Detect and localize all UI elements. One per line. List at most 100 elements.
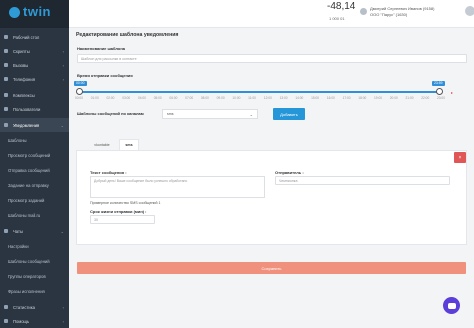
sidebar-item-operator-groups[interactable]: Группы операторов — [0, 269, 69, 283]
tab-sms[interactable]: sms — [119, 139, 139, 150]
add-button[interactable]: Добавить — [273, 108, 305, 120]
chevron-right-icon: › — [62, 48, 64, 54]
ttl-input[interactable]: 30 — [90, 215, 155, 224]
sidebar-item-label: Фразы исполнения — [8, 288, 45, 294]
sidebar-item-view-messages[interactable]: Просмотр сообщений — [0, 148, 69, 162]
balance-sub: 1 000 01 — [329, 16, 345, 21]
arrow-right-icon: ▸ — [451, 90, 454, 95]
sidebar-item-settings[interactable]: Настройки — [0, 239, 69, 253]
channel-label: Шаблоны сообщений по каналам — [77, 111, 144, 116]
time-tick-label: 23:00 — [437, 96, 445, 100]
chevron-down-icon: ⌄ — [60, 122, 64, 128]
time-tick-label: 03:00 — [122, 96, 131, 100]
time-tick-label: 02:00 — [106, 96, 115, 100]
sidebar-item-templates[interactable]: Шаблоны — [0, 133, 69, 147]
sidebar-item-view-tasks[interactable]: Просмотр заданий — [0, 193, 69, 207]
sidebar-item-label: Помощь — [13, 318, 30, 324]
sidebar-item-send-task[interactable]: Задание на отправку — [0, 178, 69, 192]
ttl-label: Срок жизни отправки (мин) : — [90, 209, 147, 214]
time-tick-label: 06:00 — [169, 96, 178, 100]
sidebar-item-label: Настройки — [8, 243, 29, 249]
time-tick-label: 14:00 — [295, 96, 304, 100]
sidebar-item-label: Просмотр сообщений — [8, 152, 51, 158]
sidebar-item-label: Комплексы — [13, 92, 35, 98]
sidebar-item-label: Шаблоны mail.ru — [8, 212, 41, 218]
time-tick-label: 09:00 — [216, 96, 225, 100]
time-tick-label: 12:00 — [263, 96, 272, 100]
time-tick-label: 15:00 — [311, 96, 320, 100]
channel-select[interactable]: sms ⌄ — [162, 109, 258, 119]
remove-button[interactable]: × — [454, 152, 466, 163]
sidebar-item-mailru-templates[interactable]: Шаблоны mail.ru — [0, 208, 69, 222]
time-slider-start-handle[interactable] — [76, 88, 83, 95]
user-name: Дмитрий Сергеевич Иванов (9158) — [370, 6, 435, 11]
complexes-icon — [4, 93, 8, 97]
sidebar-item-label: Рабочий стол — [13, 34, 40, 40]
time-slider-end-handle[interactable] — [436, 88, 443, 95]
message-text-label: Текст сообщения : — [90, 170, 127, 175]
time-start-bubble: 00:00 — [74, 81, 87, 86]
time-tick-label: 22:00 — [421, 96, 430, 100]
avatar[interactable] — [465, 6, 474, 16]
time-tick-label: 05:00 — [153, 96, 162, 100]
logo-icon — [9, 7, 20, 18]
time-tick-label: 01:00 — [90, 96, 99, 100]
template-name-input[interactable]: Шаблон для рассылки в контакте — [77, 54, 467, 63]
logo-bar: twin — [0, 0, 69, 28]
sender-label: Отправитель : — [275, 170, 304, 175]
users-icon — [4, 107, 8, 111]
chevron-right-icon: › — [62, 318, 64, 324]
user-org: ООО "Парус" (1630) — [370, 12, 408, 17]
sidebar-item-dashboard[interactable]: Рабочий стол — [0, 30, 69, 44]
time-tick-label: 00:00 — [75, 96, 83, 100]
sidebar-item-users[interactable]: Пользователи — [0, 102, 69, 116]
sidebar-item-telephony[interactable]: Телефония › — [0, 72, 69, 86]
time-tick-label: 04:00 — [137, 96, 146, 100]
time-tick-label: 16:00 — [326, 96, 335, 100]
time-tick-label: 11:00 — [248, 96, 256, 100]
time-tick-label: 07:00 — [185, 96, 194, 100]
user-icon — [360, 8, 367, 15]
scripts-icon — [4, 49, 8, 53]
sidebar-item-message-templates[interactable]: Шаблоны сообщений — [0, 254, 69, 268]
sidebar-item-label: Шаблоны — [8, 137, 27, 143]
sidebar-item-calls[interactable]: Вызовы › — [0, 58, 69, 72]
sidebar-item-send-messages[interactable]: Отправка сообщений — [0, 163, 69, 177]
sidebar-item-complexes[interactable]: Комплексы — [0, 88, 69, 102]
sidebar-item-label: Шаблоны сообщений — [8, 258, 50, 264]
sidebar-item-notifications[interactable]: Уведомления ⌄ — [0, 118, 69, 132]
time-slider-track[interactable] — [78, 91, 440, 93]
sidebar-item-label: Вызовы — [13, 62, 29, 68]
chevron-down-icon: ⌄ — [249, 112, 253, 117]
message-textarea[interactable]: Добрый день! Ваше сообщение было успешно… — [90, 176, 265, 198]
logo-text: twin — [23, 4, 51, 19]
chevron-right-icon: › — [62, 76, 64, 82]
chevron-right-icon: › — [62, 62, 64, 68]
balance-value: -48,14 — [327, 1, 356, 12]
send-time-label: Время отправки сообщения — [77, 73, 133, 78]
sidebar-item-label: Задание на отправку — [8, 182, 49, 188]
tab-vkontakte[interactable]: vkontakte — [86, 139, 118, 150]
sidebar-item-label: Просмотр заданий — [8, 197, 45, 203]
save-button[interactable]: Сохранить — [77, 262, 466, 274]
time-tick-label: 10:00 — [232, 96, 241, 100]
chat-widget-button[interactable] — [443, 297, 460, 314]
sidebar-item-scripts[interactable]: Скрипты › — [0, 44, 69, 58]
sidebar-item-label: Уведомления — [13, 122, 40, 128]
sidebar-item-label: Группы операторов — [8, 273, 46, 279]
time-tick-label: 19:00 — [374, 96, 383, 100]
sidebar: twin Рабочий стол Скрипты › Вызовы › Телеф… — [0, 0, 69, 328]
sms-count-note: Примерное количество SMS сообщений 1 — [90, 201, 161, 205]
bell-icon — [4, 123, 8, 127]
chat-icon — [4, 229, 8, 233]
sidebar-item-chats[interactable]: Чаты ⌄ — [0, 224, 69, 238]
sidebar-item-label: Чаты — [13, 228, 23, 234]
time-tick-label: 08:00 — [200, 96, 209, 100]
time-tick-label: 18:00 — [358, 96, 367, 100]
sidebar-item-label: Пользователи — [13, 106, 41, 112]
sender-input[interactable]: Чемпионка — [275, 176, 450, 185]
sidebar-item-help[interactable]: Помощь › — [0, 314, 69, 328]
template-name-label: Наименование шаблона — [77, 46, 125, 51]
sidebar-item-phrases[interactable]: Фразы исполнения — [0, 284, 69, 298]
sidebar-item-statistics[interactable]: Статистика › — [0, 300, 69, 314]
